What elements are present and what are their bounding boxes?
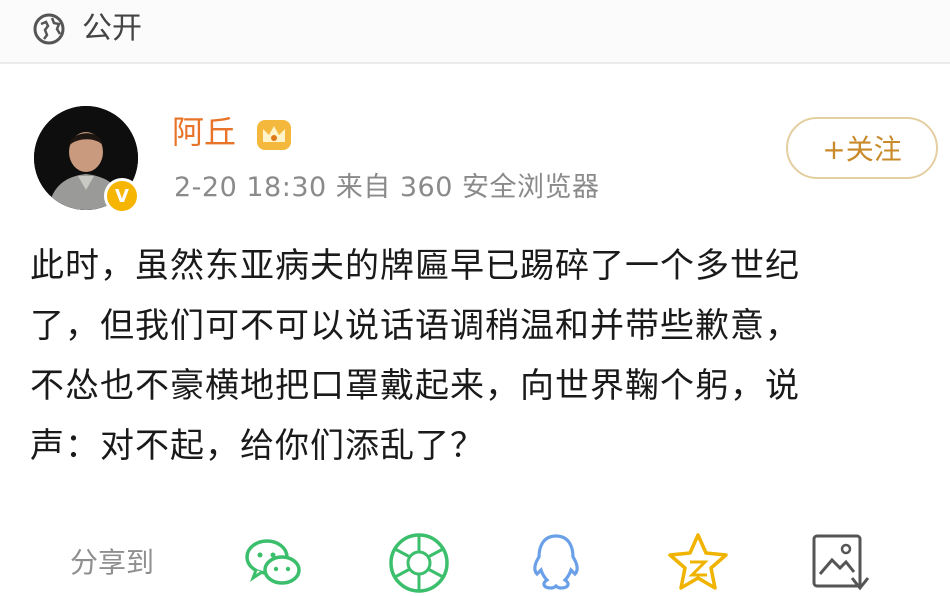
wechat-icon[interactable]	[240, 530, 306, 596]
post-meta: 2-20 18:30 来自 360 安全浏览器	[174, 172, 600, 203]
verified-badge: V	[104, 178, 140, 214]
follow-button[interactable]: +关注	[786, 117, 938, 179]
visibility-label: 公开	[82, 11, 142, 46]
visibility-bar: 公开	[0, 0, 950, 64]
save-image-icon[interactable]	[806, 530, 872, 596]
moments-icon[interactable]	[386, 530, 452, 596]
globe-icon	[33, 13, 65, 45]
qq-icon[interactable]	[523, 530, 589, 596]
share-label: 分享到	[70, 546, 155, 579]
crown-badge-icon	[257, 120, 291, 150]
post-text: 此时，虽然东亚病夫的牌匾早已踢碎了一个多世纪 了，但我们可不可以说话语调稍温和并…	[30, 246, 800, 466]
author-name[interactable]: 阿丘	[172, 112, 236, 152]
qzone-icon[interactable]	[665, 530, 731, 596]
